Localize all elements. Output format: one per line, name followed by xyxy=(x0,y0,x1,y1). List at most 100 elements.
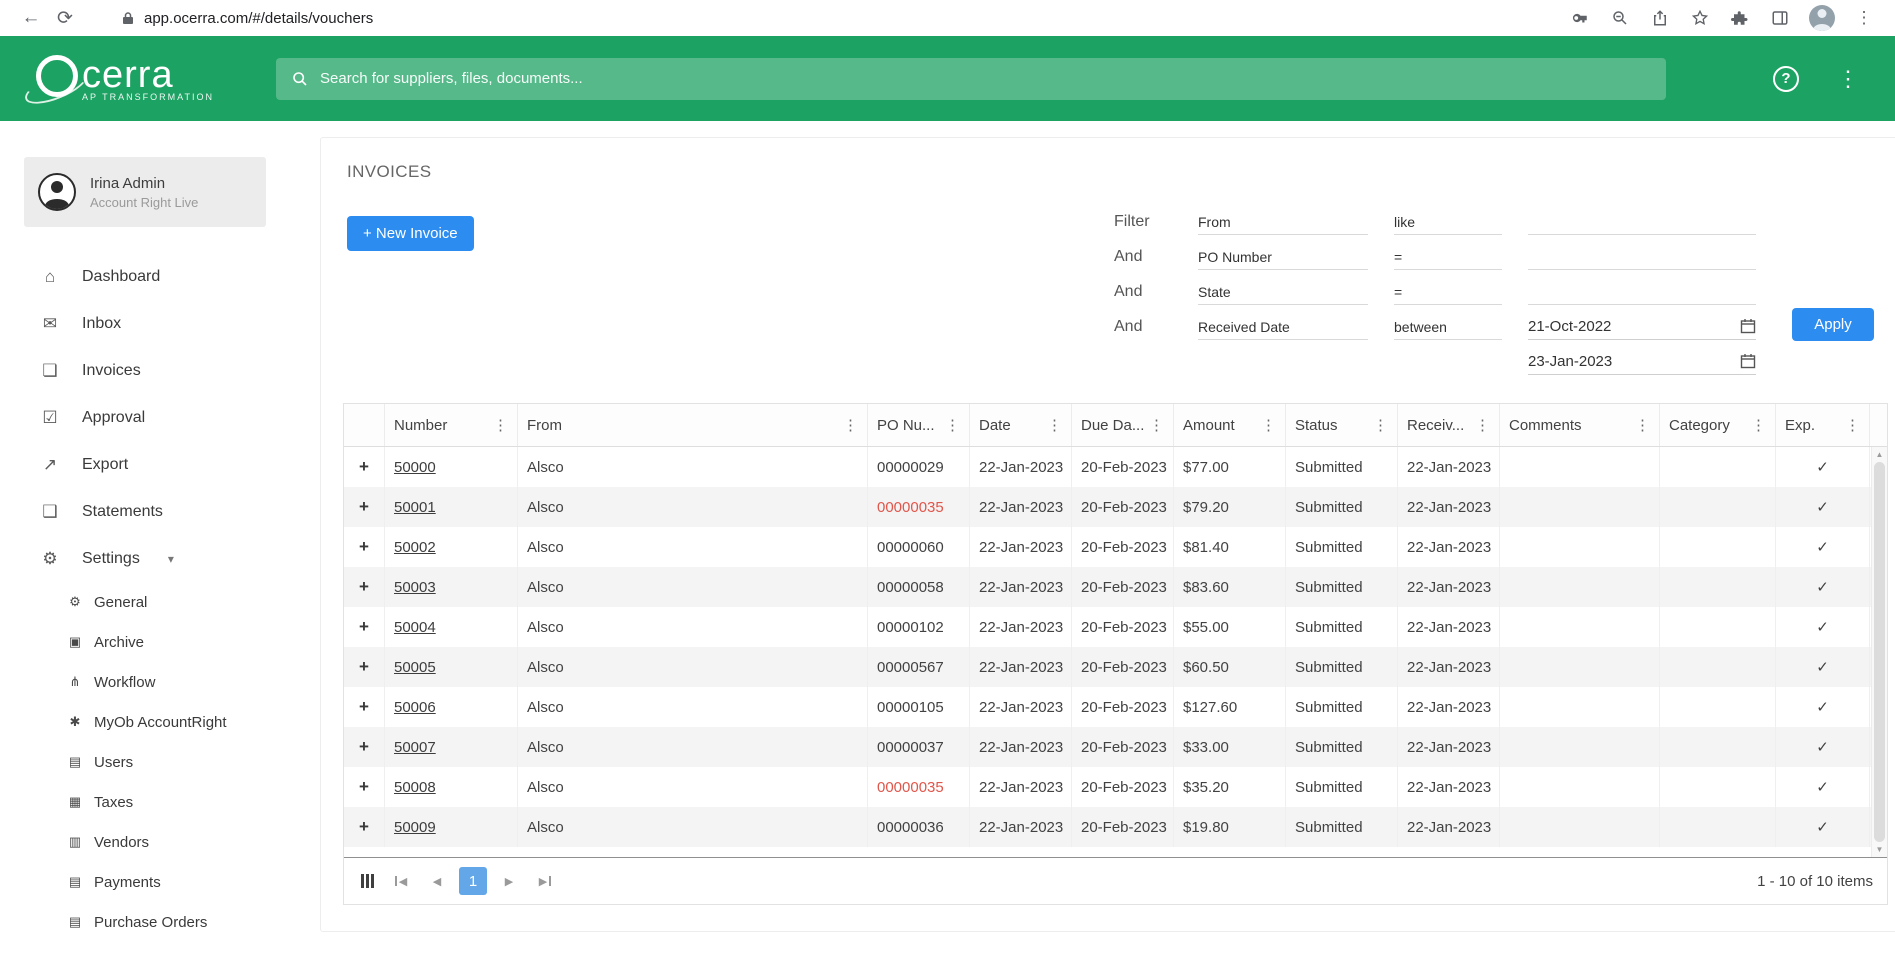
column-header-from[interactable]: From ⋮ xyxy=(518,404,868,446)
previous-page-button[interactable]: ◀ xyxy=(425,869,449,893)
column-header-comments[interactable]: Comments ⋮ xyxy=(1500,404,1660,446)
date-to-input[interactable] xyxy=(1528,352,1734,370)
current-page-button[interactable]: 1 xyxy=(459,867,487,895)
filter-value-input[interactable] xyxy=(1528,279,1756,305)
invoice-number-link[interactable]: 50004 xyxy=(385,607,518,647)
column-menu-icon[interactable]: ⋮ xyxy=(1043,416,1062,434)
sidebar-item-myob-accountright[interactable]: ✱ MyOb AccountRight xyxy=(0,702,290,742)
invoice-number-link[interactable]: 50000 xyxy=(385,447,518,487)
invoice-number-link[interactable]: 50009 xyxy=(385,807,518,847)
column-menu-icon[interactable]: ⋮ xyxy=(1369,416,1388,434)
side-panel-icon[interactable] xyxy=(1763,1,1797,35)
back-icon[interactable]: ← xyxy=(14,1,48,35)
address-bar[interactable]: app.ocerra.com/#/details/vouchers xyxy=(122,10,1563,27)
invoice-number-link[interactable]: 50002 xyxy=(385,527,518,567)
user-card[interactable]: Irina Admin Account Right Live xyxy=(24,157,266,227)
column-header-category[interactable]: Category ⋮ xyxy=(1660,404,1776,446)
filter-value-input[interactable] xyxy=(1528,209,1756,235)
bookmark-star-icon[interactable] xyxy=(1683,1,1717,35)
filter-field-select[interactable] xyxy=(1198,279,1368,305)
sidebar-item-general[interactable]: ⚙ General xyxy=(0,582,290,622)
expand-row-button[interactable]: + xyxy=(344,647,385,687)
column-menu-icon[interactable]: ⋮ xyxy=(941,416,960,434)
column-chooser-icon[interactable] xyxy=(366,874,369,888)
column-menu-icon[interactable]: ⋮ xyxy=(1841,416,1860,434)
sidebar-item-invoices[interactable]: ❏ Invoices xyxy=(0,347,290,394)
key-icon[interactable] xyxy=(1563,1,1597,35)
filter-value-input[interactable] xyxy=(1528,244,1756,270)
sidebar-item-approval[interactable]: ☑ Approval xyxy=(0,394,290,441)
expand-row-button[interactable]: + xyxy=(344,727,385,767)
filter-operator-select[interactable] xyxy=(1394,209,1502,235)
column-menu-icon[interactable]: ⋮ xyxy=(839,416,858,434)
column-header-date[interactable]: Date ⋮ xyxy=(970,404,1072,446)
filter-operator-select[interactable] xyxy=(1394,244,1502,270)
column-menu-icon[interactable]: ⋮ xyxy=(1631,416,1650,434)
filter-field-select[interactable] xyxy=(1198,244,1368,270)
apply-filter-button[interactable]: Apply xyxy=(1792,308,1874,341)
help-icon[interactable]: ? xyxy=(1773,65,1799,92)
expand-row-button[interactable]: + xyxy=(344,487,385,527)
column-header-due-date[interactable]: Due Da... ⋮ xyxy=(1072,404,1174,446)
scrollbar-thumb[interactable] xyxy=(1874,462,1885,842)
share-icon[interactable] xyxy=(1643,1,1677,35)
sidebar-item-vendors[interactable]: ▥ Vendors xyxy=(0,822,290,862)
expand-row-button[interactable]: + xyxy=(344,567,385,607)
column-header-exported[interactable]: Exp. ⋮ xyxy=(1776,404,1870,446)
header-menu-dots-icon[interactable]: ⋮ xyxy=(1837,66,1859,92)
invoice-number-link[interactable]: 50001 xyxy=(385,487,518,527)
ocerra-logo[interactable]: cerra AP TRANSFORMATION xyxy=(36,55,214,102)
filter-operator-select[interactable] xyxy=(1394,279,1502,305)
invoice-number-link[interactable]: 50005 xyxy=(385,647,518,687)
sidebar-item-workflow[interactable]: ⋔ Workflow xyxy=(0,662,290,702)
column-menu-icon[interactable]: ⋮ xyxy=(489,416,508,434)
browser-menu-dots-icon[interactable]: ⋮ xyxy=(1847,1,1881,35)
expand-row-button[interactable]: + xyxy=(344,527,385,567)
filter-field-select[interactable] xyxy=(1198,209,1368,235)
expand-row-button[interactable]: + xyxy=(344,687,385,727)
sidebar-item-archive[interactable]: ▣ Archive xyxy=(0,622,290,662)
column-header-received[interactable]: Receiv... ⋮ xyxy=(1398,404,1500,446)
extensions-puzzle-icon[interactable] xyxy=(1723,1,1757,35)
column-menu-icon[interactable]: ⋮ xyxy=(1471,416,1490,434)
sidebar-item-inbox[interactable]: ✉ Inbox xyxy=(0,300,290,347)
date-from-input[interactable] xyxy=(1528,317,1734,335)
expand-row-button[interactable]: + xyxy=(344,767,385,807)
calendar-icon[interactable] xyxy=(1740,353,1756,369)
next-page-button[interactable]: ▶ xyxy=(497,869,521,893)
first-page-button[interactable]: ◀ xyxy=(391,869,415,893)
invoice-number-link[interactable]: 50007 xyxy=(385,727,518,767)
column-menu-icon[interactable]: ⋮ xyxy=(1747,416,1766,434)
column-menu-icon[interactable]: ⋮ xyxy=(1145,416,1164,434)
invoice-number-link[interactable]: 50003 xyxy=(385,567,518,607)
filter-operator-select[interactable] xyxy=(1394,314,1502,340)
search-input[interactable] xyxy=(320,70,1651,87)
scroll-up-icon[interactable]: ▲ xyxy=(1872,450,1887,459)
global-search[interactable] xyxy=(276,57,1667,100)
last-page-button[interactable]: ▶ xyxy=(531,869,555,893)
column-header-status[interactable]: Status ⋮ xyxy=(1286,404,1398,446)
sidebar-item-payments[interactable]: ▤ Payments xyxy=(0,862,290,902)
vertical-scrollbar[interactable]: ▲ ▼ xyxy=(1871,447,1887,857)
sidebar-item-purchase-orders[interactable]: ▤ Purchase Orders xyxy=(0,902,290,942)
column-menu-icon[interactable]: ⋮ xyxy=(1257,416,1276,434)
expand-row-button[interactable]: + xyxy=(344,607,385,647)
sidebar-item-settings[interactable]: ⚙ Settings ▾ xyxy=(0,535,290,582)
column-header-number[interactable]: Number ⋮ xyxy=(385,404,518,446)
column-header-po-number[interactable]: PO Nu... ⋮ xyxy=(868,404,970,446)
sidebar-item-statements[interactable]: ❑ Statements xyxy=(0,488,290,535)
invoice-number-link[interactable]: 50006 xyxy=(385,687,518,727)
expand-row-button[interactable]: + xyxy=(344,447,385,487)
calendar-icon[interactable] xyxy=(1740,318,1756,334)
new-invoice-button[interactable]: + New Invoice xyxy=(347,216,474,251)
sidebar-item-users[interactable]: ▤ Users xyxy=(0,742,290,782)
expand-row-button[interactable]: + xyxy=(344,807,385,847)
scroll-down-icon[interactable]: ▼ xyxy=(1872,845,1887,854)
invoice-number-link[interactable]: 50008 xyxy=(385,767,518,807)
reload-icon[interactable]: ⟳ xyxy=(48,1,82,35)
sidebar-item-export[interactable]: ↗ Export xyxy=(0,441,290,488)
zoom-icon[interactable] xyxy=(1603,1,1637,35)
browser-profile-avatar[interactable] xyxy=(1809,5,1835,31)
sidebar-item-taxes[interactable]: ▦ Taxes xyxy=(0,782,290,822)
filter-field-select[interactable] xyxy=(1198,314,1368,340)
